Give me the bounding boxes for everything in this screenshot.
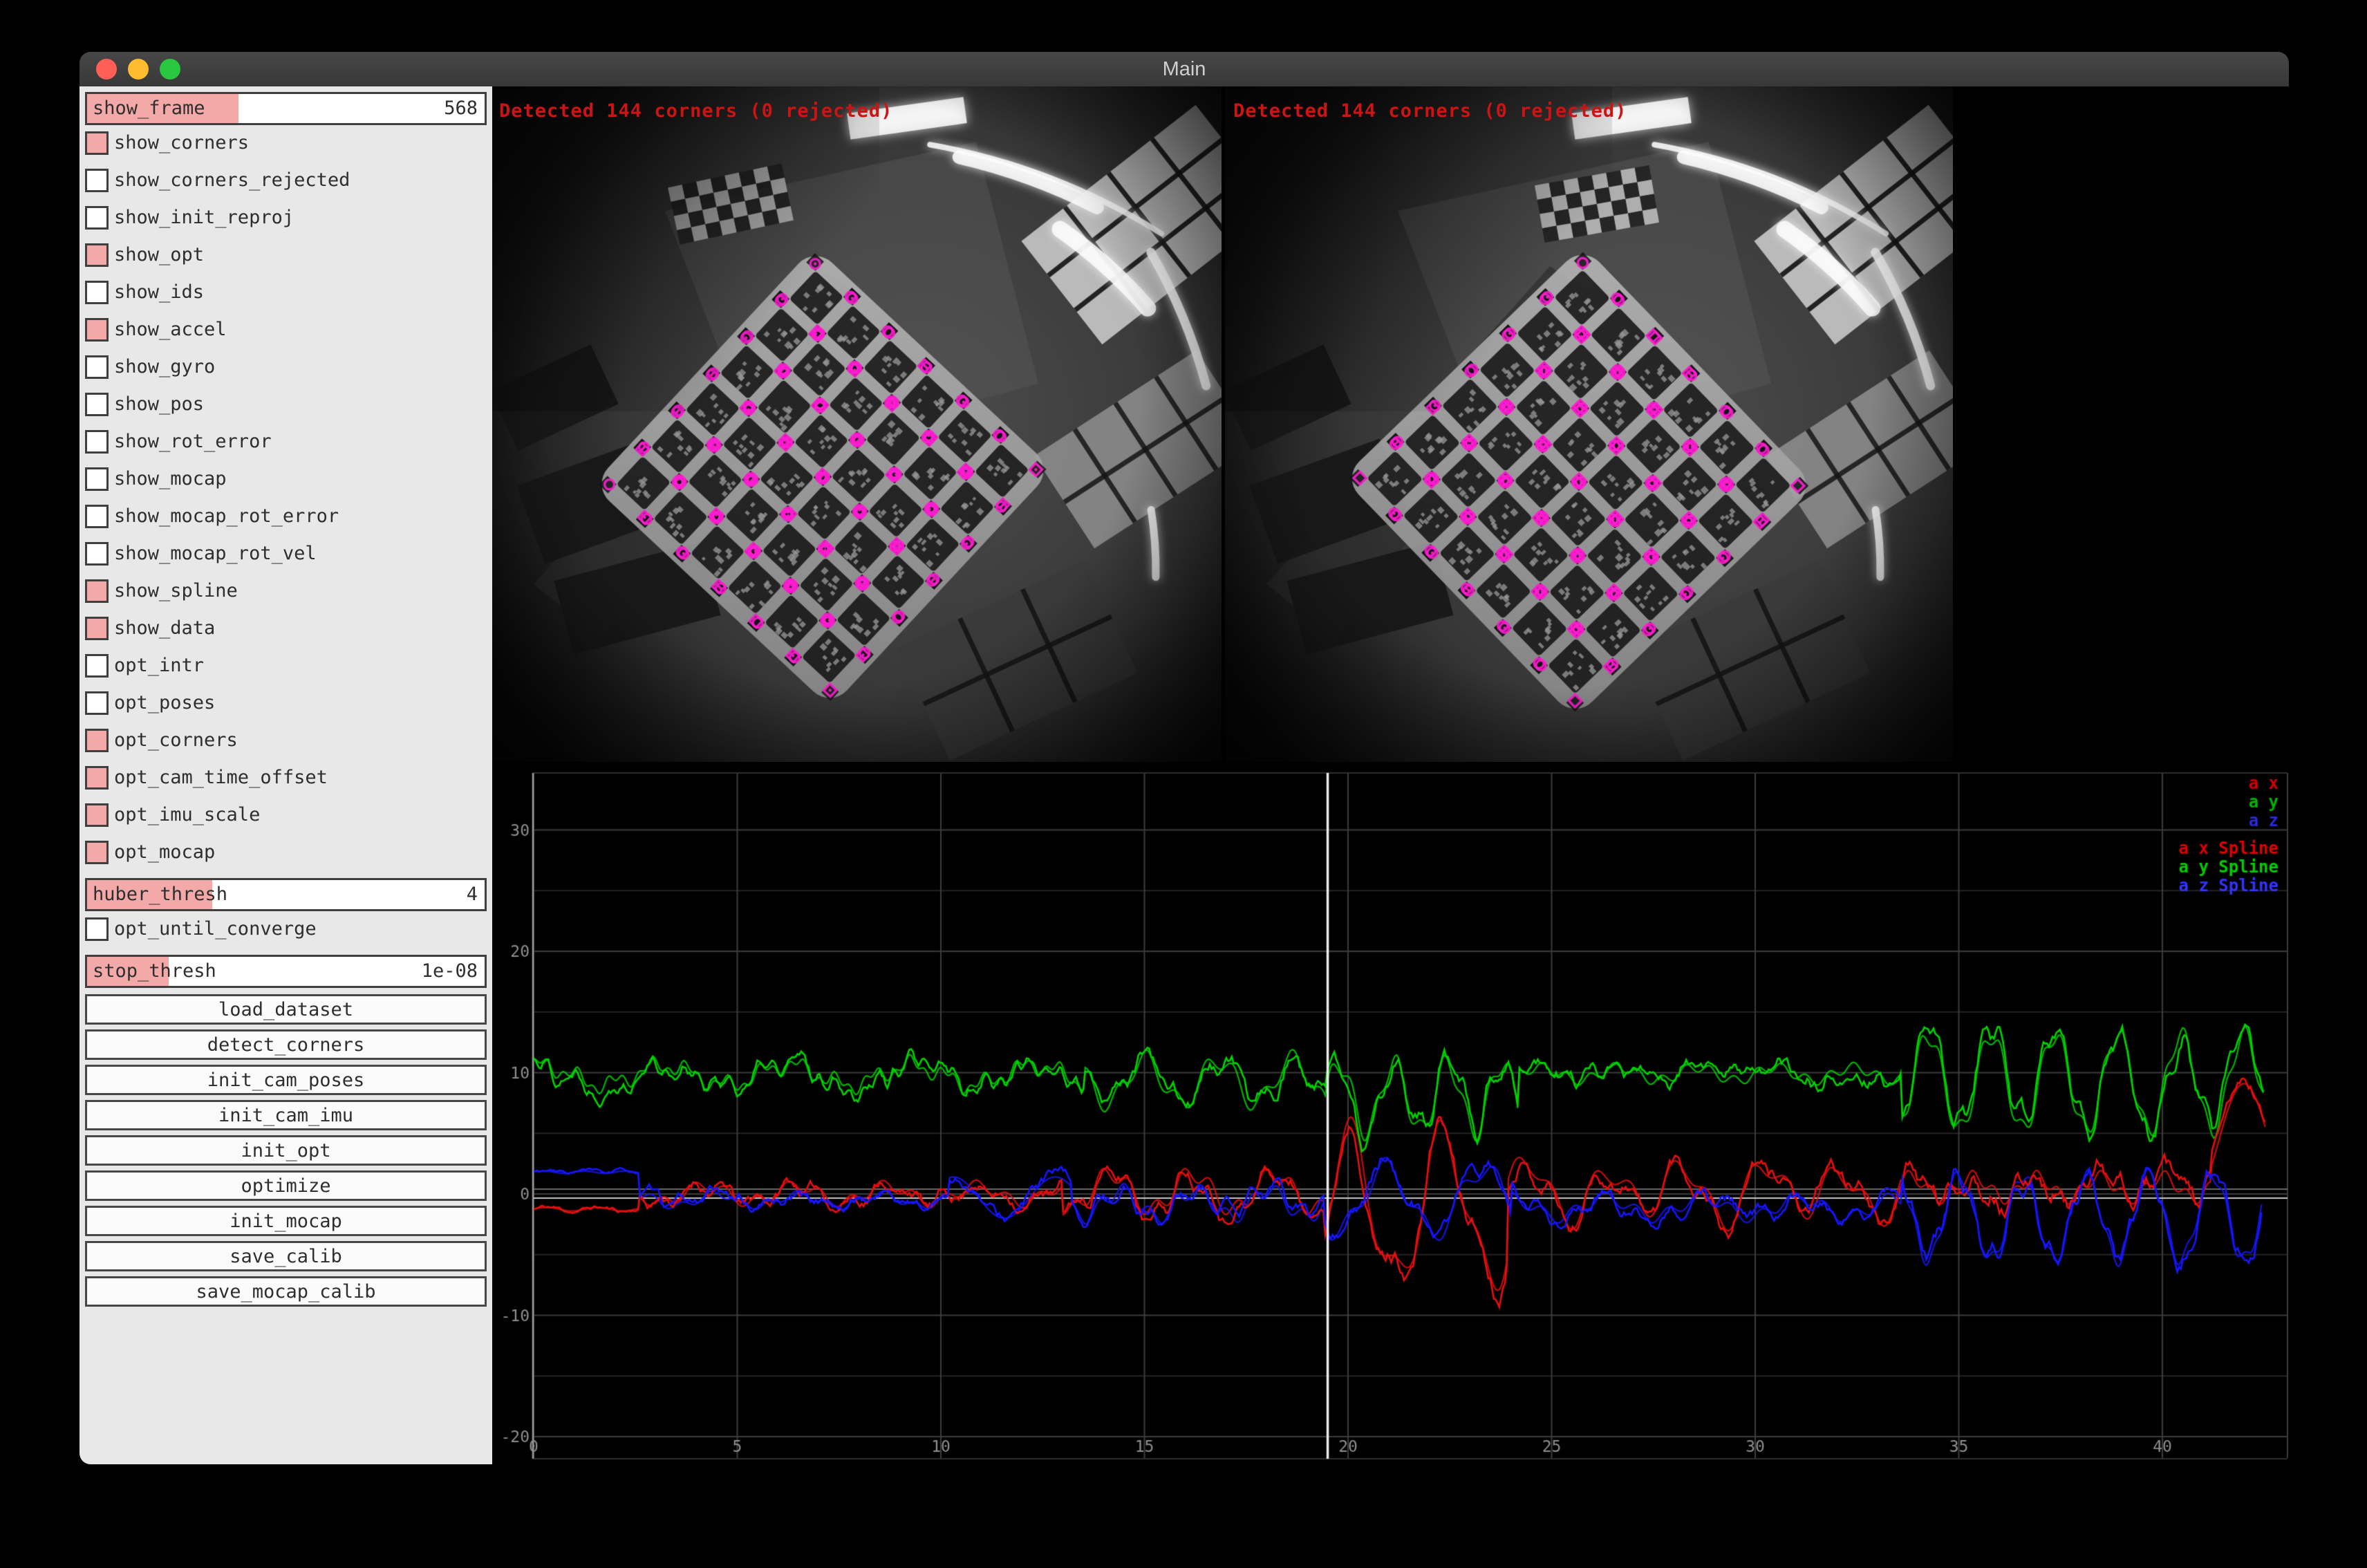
init_opt-button[interactable]: init_opt	[85, 1135, 487, 1166]
checkbox-box[interactable]	[85, 318, 109, 342]
checkbox-label: opt_corners	[114, 729, 238, 752]
checkbox-label: show_corners_rejected	[114, 169, 350, 192]
checkbox-show_mocap[interactable]: show_mocap	[85, 467, 487, 491]
checkbox-box[interactable]	[85, 917, 109, 941]
checkbox-show_opt[interactable]: show_opt	[85, 243, 487, 267]
checkbox-label: show_mocap	[114, 467, 227, 491]
save_calib-button[interactable]: save_calib	[85, 1241, 487, 1271]
optimize-button[interactable]: optimize	[85, 1170, 487, 1201]
checkbox-show_rot_error[interactable]: show_rot_error	[85, 430, 487, 454]
checkbox-opt_corners[interactable]: opt_corners	[85, 729, 487, 752]
init_cam_imu-button[interactable]: init_cam_imu	[85, 1100, 487, 1130]
checkbox-label: show_pos	[114, 393, 204, 416]
checkbox-label: show_gyro	[114, 355, 215, 379]
main-window: Main show_frame 568 show_corners show_corne…	[79, 52, 2289, 1464]
checkbox-label: show_data	[114, 617, 215, 640]
checkbox-box[interactable]	[85, 803, 109, 827]
checkbox-box[interactable]	[85, 841, 109, 864]
checkbox-show_data[interactable]: show_data	[85, 617, 487, 640]
checkbox-label: show_corners	[114, 131, 249, 155]
checkbox-box[interactable]	[85, 430, 109, 454]
checkbox-box[interactable]	[85, 467, 109, 491]
slider-stop_thresh[interactable]: stop_thresh 1e-08	[85, 955, 487, 988]
checkbox-box[interactable]	[85, 691, 109, 715]
checkbox-box[interactable]	[85, 355, 109, 379]
checkbox-label: show_spline	[114, 579, 238, 603]
detect_corners-button[interactable]: detect_corners	[85, 1029, 487, 1060]
checkbox-label: show_ids	[114, 281, 204, 304]
checkbox-box[interactable]	[85, 617, 109, 640]
checkbox-label: opt_mocap	[114, 841, 215, 864]
accel-plot[interactable]	[492, 762, 2289, 1464]
checkbox-opt_mocap[interactable]: opt_mocap	[85, 841, 487, 864]
slider-value: 4	[467, 880, 478, 909]
close-button[interactable]	[96, 59, 117, 80]
checkbox-label: opt_poses	[114, 691, 215, 715]
checkbox-label: show_opt	[114, 243, 204, 267]
checkbox-box[interactable]	[85, 393, 109, 416]
checkbox-label: opt_cam_time_offset	[114, 766, 328, 790]
checkbox-opt_poses[interactable]: opt_poses	[85, 691, 487, 715]
checkbox-show_pos[interactable]: show_pos	[85, 393, 487, 416]
checkbox-box[interactable]	[85, 131, 109, 155]
checkbox-label: opt_until_converge	[114, 917, 317, 941]
checkbox-show_mocap_rot_error[interactable]: show_mocap_rot_error	[85, 505, 487, 528]
slider-value: 1e-08	[422, 957, 478, 986]
load_dataset-button[interactable]: load_dataset	[85, 994, 487, 1025]
checkbox-box[interactable]	[85, 169, 109, 192]
checkbox-opt_cam_time_offset[interactable]: opt_cam_time_offset	[85, 766, 487, 790]
checkbox-box[interactable]	[85, 654, 109, 678]
checkbox-show_gyro[interactable]: show_gyro	[85, 355, 487, 379]
checkbox-box[interactable]	[85, 542, 109, 566]
traffic-lights	[96, 52, 180, 86]
init_cam_poses-button[interactable]: init_cam_poses	[85, 1065, 487, 1095]
checkbox-box[interactable]	[85, 206, 109, 230]
init_mocap-button[interactable]: init_mocap	[85, 1206, 487, 1236]
slider-huber_thresh[interactable]: huber_thresh 4	[85, 878, 487, 911]
checkbox-box[interactable]	[85, 281, 109, 304]
checkbox-label: show_mocap_rot_error	[114, 505, 339, 528]
checkbox-label: show_rot_error	[114, 430, 272, 454]
checkbox-show_accel[interactable]: show_accel	[85, 318, 487, 342]
checkbox-opt_until_converge[interactable]: opt_until_converge	[85, 917, 487, 941]
camera-view-left	[492, 86, 1222, 762]
titlebar[interactable]: Main	[79, 52, 2289, 88]
zoom-button[interactable]	[160, 59, 180, 80]
checkbox-opt_intr[interactable]: opt_intr	[85, 654, 487, 678]
checkbox-show_mocap_rot_vel[interactable]: show_mocap_rot_vel	[85, 542, 487, 566]
checkbox-show_corners_rejected[interactable]: show_corners_rejected	[85, 169, 487, 192]
checkbox-show_spline[interactable]: show_spline	[85, 579, 487, 603]
checkbox-label: show_init_reproj	[114, 206, 294, 230]
save_mocap_calib-button[interactable]: save_mocap_calib	[85, 1276, 487, 1307]
minimize-button[interactable]	[128, 59, 149, 80]
checkbox-opt_imu_scale[interactable]: opt_imu_scale	[85, 803, 487, 827]
checkbox-label: opt_imu_scale	[114, 803, 260, 827]
window-content: show_frame 568 show_corners show_corners_re…	[79, 86, 2289, 1464]
detection-status-left: Detected 144 corners (0 rejected)	[499, 100, 892, 122]
checkbox-box[interactable]	[85, 766, 109, 790]
checkbox-label: show_mocap_rot_vel	[114, 542, 317, 566]
detection-status-right: Detected 144 corners (0 rejected)	[1233, 100, 1627, 122]
slider-label: huber_thresh	[93, 880, 227, 909]
checkbox-box[interactable]	[85, 243, 109, 267]
checkbox-box[interactable]	[85, 579, 109, 603]
sidebar: show_frame 568 show_corners show_corners_re…	[79, 86, 492, 1464]
checkbox-label: opt_intr	[114, 654, 204, 678]
checkbox-label: show_accel	[114, 318, 227, 342]
checkbox-show_init_reproj[interactable]: show_init_reproj	[85, 206, 487, 230]
checkbox-box[interactable]	[85, 505, 109, 528]
slider-show_frame[interactable]: show_frame 568	[85, 92, 487, 125]
checkbox-show_ids[interactable]: show_ids	[85, 281, 487, 304]
slider-label: show_frame	[93, 94, 205, 123]
checkbox-show_corners[interactable]: show_corners	[85, 131, 487, 155]
slider-value: 568	[444, 94, 478, 123]
camera-view-right	[1225, 86, 1953, 762]
window-title: Main	[1163, 58, 1206, 81]
slider-label: stop_thresh	[93, 957, 216, 986]
checkbox-box[interactable]	[85, 729, 109, 752]
